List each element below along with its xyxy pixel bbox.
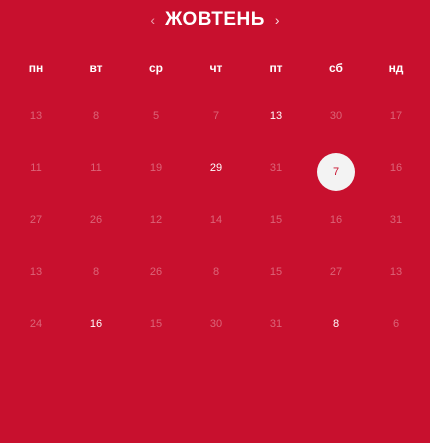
day-cell[interactable]: 16 <box>66 304 126 356</box>
day-cell[interactable]: 11 <box>66 148 126 200</box>
day-number: 12 <box>149 214 163 226</box>
day-cell[interactable]: 13 <box>6 252 66 304</box>
day-number: 16 <box>89 318 103 330</box>
day-cell[interactable]: 16 <box>366 148 426 200</box>
weekday-label: пн <box>28 61 44 75</box>
day-cell[interactable]: 31 <box>366 200 426 252</box>
day-number: 15 <box>269 266 283 278</box>
day-number: 16 <box>329 214 343 226</box>
day-cell[interactable]: 29 <box>186 148 246 200</box>
day-number: 26 <box>89 214 103 226</box>
day-number: 15 <box>149 318 163 330</box>
weekday-label: пт <box>269 61 283 75</box>
calendar: ‹ ЖОВТЕНЬ › пн вт ср чт пт сб нд 13 8 5 7 13… <box>0 0 430 443</box>
day-cell[interactable]: 30 <box>186 304 246 356</box>
calendar-header: ‹ ЖОВТЕНЬ › <box>0 6 430 34</box>
day-cell[interactable]: 14 <box>186 200 246 252</box>
day-number: 8 <box>92 266 100 278</box>
weekday-row: пн вт ср чт пт сб нд <box>6 56 426 80</box>
day-number: 6 <box>392 318 400 330</box>
day-number: 17 <box>389 110 403 122</box>
prev-month-icon[interactable]: ‹ <box>150 12 155 28</box>
day-number: 11 <box>30 162 42 174</box>
day-number: 30 <box>209 318 223 330</box>
day-cell[interactable]: 19 <box>126 148 186 200</box>
day-cell[interactable]: 8 <box>66 252 126 304</box>
day-cell[interactable]: 26 <box>126 252 186 304</box>
day-number: 5 <box>152 110 160 122</box>
day-number: 7 <box>332 166 340 178</box>
day-cell[interactable]: 15 <box>246 200 306 252</box>
day-number: 30 <box>329 110 343 122</box>
day-number: 13 <box>389 266 403 278</box>
day-cell[interactable]: 15 <box>246 252 306 304</box>
day-number: 13 <box>29 266 43 278</box>
day-cell[interactable]: 31 <box>246 148 306 200</box>
month-title: ЖОВТЕНЬ <box>165 9 265 30</box>
day-number: 19 <box>149 162 163 174</box>
weekday-label: вт <box>89 61 103 75</box>
day-cell[interactable]: 27 <box>306 252 366 304</box>
day-cell[interactable]: 8 <box>66 96 126 148</box>
day-cell[interactable]: 12 <box>126 200 186 252</box>
day-cell[interactable]: 8 <box>186 252 246 304</box>
day-number: 26 <box>149 266 163 278</box>
day-cell[interactable]: 11 <box>6 148 66 200</box>
day-number: 15 <box>269 214 283 226</box>
day-cell[interactable]: 7 <box>186 96 246 148</box>
weekday-label: чт <box>209 61 223 75</box>
day-number: 8 <box>92 110 100 122</box>
day-number: 13 <box>29 110 43 122</box>
day-number: 27 <box>29 214 43 226</box>
day-cell[interactable]: 17 <box>366 96 426 148</box>
day-number: 29 <box>209 162 223 174</box>
day-cell[interactable]: 5 <box>126 96 186 148</box>
day-cell[interactable]: 16 <box>306 200 366 252</box>
weekday-label: нд <box>388 61 404 75</box>
day-number: 7 <box>212 110 220 122</box>
day-number: 14 <box>209 214 223 226</box>
day-cell[interactable]: 24 <box>6 304 66 356</box>
weekday-label: ср <box>148 61 163 75</box>
day-cell[interactable]: 6 <box>366 304 426 356</box>
day-number: 11 <box>90 162 102 174</box>
day-cell[interactable]: 13 <box>246 96 306 148</box>
day-number: 13 <box>269 110 283 122</box>
days-grid: 13 8 5 7 13 30 17 11 11 19 29 31 7 16 27 26 12 14 15 16 31 13… <box>6 96 426 356</box>
selected-day-cell[interactable]: 7 <box>306 148 366 200</box>
weekday-label: сб <box>329 61 343 75</box>
day-cell[interactable]: 26 <box>66 200 126 252</box>
day-number: 31 <box>269 318 283 330</box>
day-number: 24 <box>29 318 43 330</box>
day-number: 27 <box>329 266 343 278</box>
day-number: 8 <box>332 318 340 330</box>
next-month-icon[interactable]: › <box>275 12 280 28</box>
day-cell[interactable]: 15 <box>126 304 186 356</box>
day-cell[interactable]: 27 <box>6 200 66 252</box>
day-cell[interactable]: 13 <box>366 252 426 304</box>
day-number: 16 <box>389 162 403 174</box>
day-number: 31 <box>269 162 283 174</box>
day-number: 31 <box>389 214 403 226</box>
day-cell[interactable]: 30 <box>306 96 366 148</box>
day-cell[interactable]: 13 <box>6 96 66 148</box>
day-cell[interactable]: 8 <box>306 304 366 356</box>
day-number: 8 <box>212 266 220 278</box>
day-cell[interactable]: 31 <box>246 304 306 356</box>
